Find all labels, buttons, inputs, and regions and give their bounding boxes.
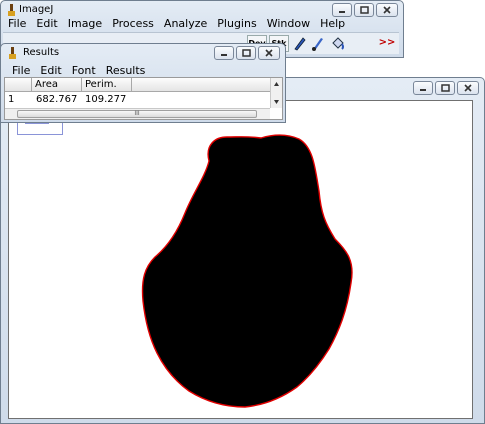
image-window: [0, 77, 485, 424]
image-maximize-button[interactable]: [435, 81, 455, 95]
more-tools-button[interactable]: >>: [377, 35, 397, 52]
results-menu-results[interactable]: Results: [101, 64, 151, 77]
imagej-app-icon: [8, 4, 15, 16]
results-menu-font[interactable]: Font: [67, 64, 101, 77]
close-icon: [458, 82, 478, 94]
menu-plugins[interactable]: Plugins: [212, 17, 261, 30]
maximize-button[interactable]: [354, 3, 374, 17]
results-minimize-button[interactable]: [214, 46, 234, 60]
flood-fill-tool[interactable]: [329, 35, 346, 52]
results-table: Area Perim. 1 682.767 109.277 III: [4, 77, 283, 120]
row-index: 1: [8, 94, 15, 105]
row-area: 682.767: [36, 94, 78, 105]
horizontal-scroll-thumb[interactable]: III: [17, 110, 257, 118]
menu-help[interactable]: Help: [315, 17, 350, 30]
image-window-controls: [413, 81, 479, 95]
menu-process[interactable]: Process: [107, 17, 159, 30]
minimize-icon: [215, 47, 233, 59]
image-canvas[interactable]: [8, 100, 473, 419]
results-menu-edit[interactable]: Edit: [35, 64, 66, 77]
image-close-button[interactable]: [457, 81, 479, 95]
minimize-button[interactable]: [332, 3, 352, 17]
close-icon: [377, 4, 397, 16]
maximize-icon: [355, 4, 373, 16]
pencil-tool[interactable]: [291, 35, 308, 52]
close-icon: [259, 47, 279, 59]
imagej-window-controls: [332, 3, 398, 17]
segmented-shape: [141, 134, 353, 408]
menu-analyze[interactable]: Analyze: [159, 17, 212, 30]
pencil-tool-icon: [294, 37, 306, 51]
results-menu-file[interactable]: File: [7, 64, 35, 77]
scroll-grip: III: [134, 110, 140, 117]
results-maximize-button[interactable]: [236, 46, 256, 60]
maximize-icon: [436, 82, 454, 94]
results-window-controls: [214, 46, 280, 60]
column-header-filler: [132, 78, 270, 92]
close-button[interactable]: [376, 3, 398, 17]
scroll-down-icon: [274, 100, 279, 104]
results-app-icon: [9, 47, 16, 59]
column-header-area[interactable]: Area: [32, 78, 82, 92]
menu-edit[interactable]: Edit: [31, 17, 62, 30]
column-header-index[interactable]: [5, 78, 32, 92]
row-perim: 109.277: [85, 94, 127, 105]
imagej-menubar: File Edit Image Process Analyze Plugins …: [3, 17, 350, 30]
table-row[interactable]: 1 682.767 109.277: [5, 92, 270, 106]
minimize-icon: [414, 82, 432, 94]
imagej-title: ImageJ: [19, 4, 54, 15]
minimize-icon: [333, 4, 351, 16]
menu-file[interactable]: File: [3, 17, 31, 30]
shape-outline: [141, 134, 353, 408]
menu-image[interactable]: Image: [63, 17, 107, 30]
image-minimize-button[interactable]: [413, 81, 433, 95]
column-header-perim[interactable]: Perim.: [82, 78, 132, 92]
results-close-button[interactable]: [258, 46, 280, 60]
results-horizontal-scrollbar[interactable]: III: [5, 108, 270, 119]
more-tools-label: >>: [378, 37, 396, 48]
maximize-icon: [237, 47, 255, 59]
results-title: Results: [23, 47, 60, 58]
results-menubar: File Edit Font Results: [7, 64, 150, 77]
brush-tool-icon: [312, 38, 323, 51]
results-titlebar[interactable]: Results: [1, 44, 285, 62]
results-vertical-scrollbar[interactable]: [270, 78, 282, 108]
scroll-up-icon: [274, 82, 279, 86]
flood-fill-tool-icon: [332, 37, 344, 50]
brush-tool[interactable]: [309, 35, 326, 52]
menu-window[interactable]: Window: [262, 17, 315, 30]
